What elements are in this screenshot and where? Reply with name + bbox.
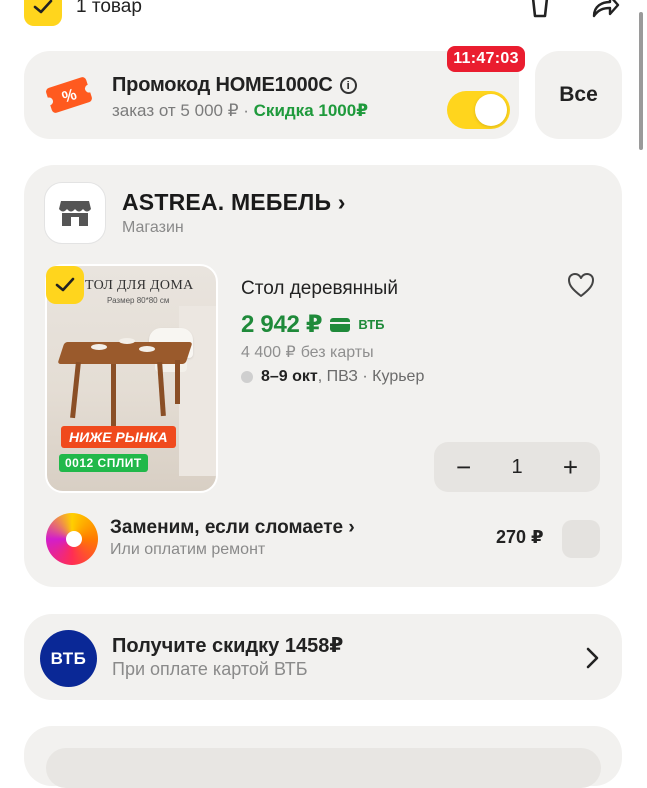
insurance-icon-center xyxy=(66,531,82,547)
trash-icon xyxy=(531,0,549,18)
insurance-checkbox[interactable] xyxy=(562,520,600,558)
promo-timer: 11:47:03 xyxy=(447,46,525,72)
increase-button[interactable]: + xyxy=(563,454,578,480)
insurance-subtitle: Или оплатим ремонт xyxy=(110,541,266,558)
shop-name-link[interactable]: ASTREA. МЕБЕЛЬ › xyxy=(122,189,346,216)
price-with-card: 2 942 ₽ xyxy=(241,311,323,338)
table-leg xyxy=(70,361,81,419)
price-without-card: 4 400 ₽ без карты xyxy=(241,341,374,362)
shop-type: Магазин xyxy=(122,219,184,236)
plate-shape xyxy=(139,346,155,352)
checkmark-icon xyxy=(33,0,53,14)
vtb-title: Получите скидку 1458₽ xyxy=(112,635,344,657)
info-icon[interactable]: i xyxy=(339,77,357,94)
promo-separator: · xyxy=(243,101,249,120)
chevron-right-icon xyxy=(580,644,604,672)
insurance-price: 270 ₽ xyxy=(496,527,544,547)
items-count: 1 товар xyxy=(76,0,142,17)
price-bank: ВТБ xyxy=(358,317,385,332)
promo-min-order: заказ от 5 000 ₽ xyxy=(112,101,239,120)
chevron-right-icon: › xyxy=(337,189,346,215)
percent-tag-icon: % xyxy=(43,72,95,118)
share-button[interactable] xyxy=(588,0,622,24)
vtb-subtitle: При оплате картой ВТБ xyxy=(112,659,308,679)
insurance-icon xyxy=(46,513,98,565)
image-heading: ТОЛ ДЛЯ ДОМА xyxy=(85,278,194,293)
table-leg xyxy=(175,360,180,404)
toggle-knob xyxy=(475,94,507,126)
card-icon xyxy=(330,317,351,332)
price-row: 2 942 ₽ ВТБ xyxy=(241,310,385,339)
below-market-badge: НИЖЕ РЫНКА xyxy=(61,426,176,448)
table-leg xyxy=(111,364,116,430)
next-card-inner[interactable] xyxy=(46,748,601,788)
favorite-button[interactable] xyxy=(566,271,596,299)
table-shape xyxy=(57,342,193,364)
delivery-dot-icon xyxy=(241,371,253,383)
promo-toggle[interactable] xyxy=(447,91,510,129)
delivery-info: 8–9 окт, ПВЗ · Курьер xyxy=(241,368,424,386)
heart-icon xyxy=(568,273,594,297)
all-promos-button[interactable]: Все xyxy=(535,51,622,139)
delivery-dates: 8–9 окт xyxy=(261,368,318,385)
store-icon xyxy=(59,201,91,226)
product-title[interactable]: Стол деревянный xyxy=(241,278,398,300)
scrollbar[interactable] xyxy=(639,12,643,150)
vtb-logo: ВТБ xyxy=(40,630,97,687)
promo-title: Промокод HOME1000C i xyxy=(112,74,357,97)
delivery-methods: , ПВЗ · Курьер xyxy=(317,368,425,385)
delete-button[interactable] xyxy=(523,0,557,24)
insurance-title[interactable]: Заменим, если сломаете › xyxy=(110,517,355,539)
select-all-checkbox[interactable] xyxy=(24,0,62,26)
shop-name: ASTREA. МЕБЕЛЬ xyxy=(122,189,332,215)
quantity-value: 1 xyxy=(511,455,523,478)
promo-discount: Скидка 1000₽ xyxy=(253,101,369,120)
shop-logo[interactable] xyxy=(44,182,106,244)
old-price: 4 400 ₽ xyxy=(241,344,296,361)
split-badge: 0012 СПЛИТ xyxy=(59,454,148,472)
share-icon xyxy=(592,0,620,18)
promo-conditions: заказ от 5 000 ₽ · Скидка 1000₽ xyxy=(112,101,368,121)
checkmark-icon xyxy=(55,277,75,292)
quantity-stepper: − 1 + xyxy=(434,442,600,492)
decrease-button[interactable]: − xyxy=(456,454,471,480)
promo-code-text: Промокод HOME1000C xyxy=(112,74,333,96)
product-checkbox[interactable] xyxy=(46,266,84,304)
plate-shape xyxy=(91,344,107,350)
plate-shape xyxy=(119,338,135,344)
old-price-note: без карты xyxy=(300,344,374,361)
image-size: Размер 80*80 см xyxy=(107,296,170,305)
delivery-text: 8–9 окт, ПВЗ · Курьер xyxy=(261,368,424,386)
